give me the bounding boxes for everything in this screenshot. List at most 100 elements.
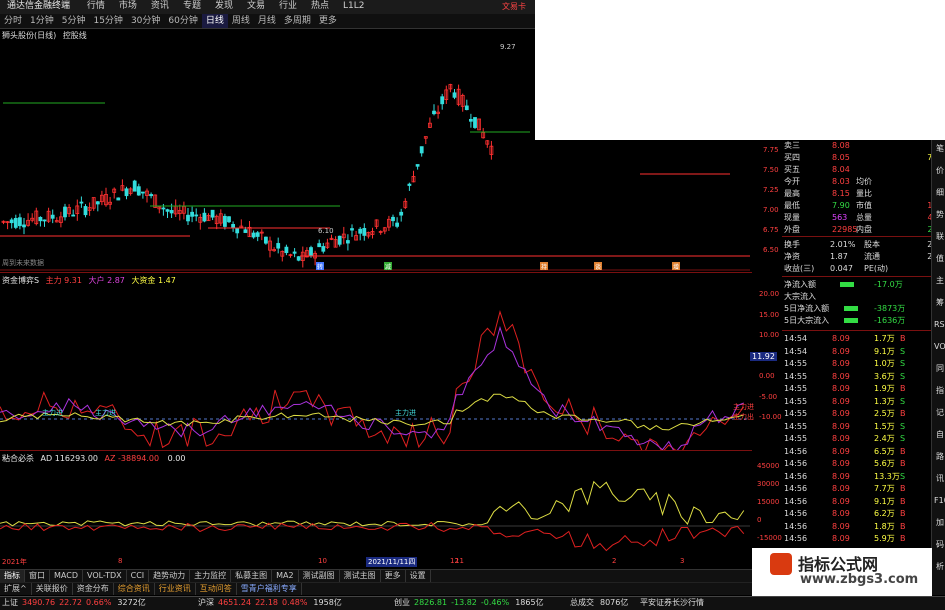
side-tab[interactable]: VOL: [934, 342, 945, 351]
status-index[interactable]: 创业 2826.81 -13.82 -0.46% 1865亿: [394, 597, 544, 609]
indicator-tab[interactable]: VOL-TDX: [83, 570, 127, 582]
candle-body: [190, 211, 195, 217]
indicator-tab[interactable]: 测试主图: [340, 570, 381, 582]
quote-row: 买四8.0577.0万: [782, 152, 945, 163]
side-tab[interactable]: F10: [934, 496, 945, 505]
side-tab[interactable]: 析: [934, 562, 945, 571]
event-marker-label: 转: [317, 263, 323, 271]
side-tab[interactable]: 细: [934, 188, 945, 197]
period-tab[interactable]: 5分钟: [58, 14, 90, 28]
info-tab[interactable]: 雪青户福利专享: [237, 583, 302, 595]
status-index-value: 2826.81: [414, 598, 448, 607]
candle-body: [284, 246, 289, 254]
indicator-tab[interactable]: CCI: [127, 570, 150, 582]
fund-y-tick: -10.00: [759, 413, 782, 421]
menu-item[interactable]: 资讯: [144, 0, 176, 13]
status-index-change: -13.82: [451, 598, 477, 607]
status-broker: 平安证券长沙行情: [640, 598, 704, 607]
menu-right-label[interactable]: 文易卡: [502, 1, 526, 12]
indicator-tab[interactable]: MA2: [272, 570, 299, 582]
candle-body: [83, 206, 88, 216]
side-tab[interactable]: 价: [934, 166, 945, 175]
candle-body: [362, 228, 367, 236]
status-index[interactable]: 上证 3490.76 22.72 0.66% 3272亿: [2, 597, 146, 609]
candle-body: [395, 222, 400, 227]
side-tab[interactable]: 同: [934, 364, 945, 373]
side-tab[interactable]: 码: [934, 540, 945, 549]
period-tab[interactable]: 更多: [315, 14, 341, 28]
period-tab[interactable]: 1分钟: [26, 14, 58, 28]
tick-row: 14:56 8.09 7.7万 B: [782, 483, 942, 495]
indicator-tab[interactable]: MACD: [50, 570, 83, 582]
info-tab[interactable]: 扩展^: [0, 583, 32, 595]
flow-label: 5日大宗流入: [784, 316, 830, 325]
info-tab[interactable]: 关联报价: [32, 583, 73, 595]
period-tab[interactable]: 多周期: [280, 14, 315, 28]
period-tab[interactable]: 分时: [0, 14, 26, 28]
tick-row: 14:56 8.09 13.3万 S: [782, 471, 942, 483]
info-tab[interactable]: 资金分布: [73, 583, 114, 595]
tick-vol: 2.4万: [874, 434, 895, 443]
tick-vol: 7.7万: [874, 484, 895, 493]
tick-time: 14:55: [784, 434, 808, 443]
indicator-tab[interactable]: 私募主图: [231, 570, 273, 582]
tick-row: 14:54 8.09 1.7万 B: [782, 333, 942, 345]
menu-item[interactable]: 专题: [176, 0, 208, 13]
menu-item[interactable]: 行情: [80, 0, 112, 13]
fund-tag: 主力进: [95, 408, 116, 417]
side-tab[interactable]: 值: [934, 254, 945, 263]
indicator-tab[interactable]: 更多: [381, 570, 406, 582]
period-tab[interactable]: 日线: [201, 14, 228, 28]
indicator-tab[interactable]: 趋势动力: [149, 570, 191, 582]
side-tab[interactable]: 筹: [934, 298, 945, 307]
tick-vol: 1.3万: [874, 396, 895, 406]
period-tab[interactable]: 60分钟: [164, 14, 201, 28]
candle-body: [42, 219, 47, 222]
candle-body: [63, 206, 67, 218]
indicator-tab[interactable]: 窗口: [25, 570, 50, 582]
side-tab[interactable]: 笔: [934, 144, 945, 153]
time-label: 2: [612, 557, 617, 565]
menu-item[interactable]: L1L2: [336, 0, 371, 13]
side-tab[interactable]: 讯: [934, 474, 945, 483]
flow-label: 大宗流入: [784, 292, 816, 301]
side-tab[interactable]: 自: [934, 430, 945, 439]
tick-time: 14:56: [784, 446, 808, 456]
price-y-tick: 6.50: [763, 246, 779, 254]
side-tab[interactable]: 势: [934, 210, 945, 219]
period-tab[interactable]: 30分钟: [127, 14, 164, 28]
info-tab[interactable]: 综合资讯: [114, 583, 155, 595]
status-index[interactable]: 沪深 4651.24 22.18 0.48% 1958亿: [198, 597, 342, 609]
menu-item[interactable]: 行业: [272, 0, 304, 13]
menu-item[interactable]: 市场: [112, 0, 144, 13]
tick-row: 14:56 8.09 5.9万 B: [782, 533, 942, 545]
period-tab[interactable]: 15分钟: [89, 14, 126, 28]
info-tab[interactable]: 互动问答: [196, 583, 237, 595]
menu-item[interactable]: 发现: [208, 0, 240, 13]
side-tab[interactable]: 记: [934, 408, 945, 417]
candle-body: [165, 209, 170, 212]
indicator-tab[interactable]: 指标: [0, 570, 25, 582]
side-tab[interactable]: 加: [934, 518, 945, 527]
side-tab[interactable]: 指: [934, 386, 945, 395]
indicator-tab[interactable]: 设置: [406, 570, 431, 582]
side-tab[interactable]: 主: [934, 276, 945, 285]
info-tab[interactable]: 行业资讯: [155, 583, 196, 595]
side-tab[interactable]: RSI: [934, 320, 945, 329]
menu-item[interactable]: 文易: [240, 0, 272, 13]
indicator-tab[interactable]: 测试副图: [299, 570, 340, 582]
side-tab[interactable]: 联: [934, 232, 945, 241]
tick-price: 8.09: [832, 434, 850, 443]
candle-body: [317, 243, 322, 248]
tick-row: 14:55 8.09 2.4万 S: [782, 433, 942, 445]
period-tab[interactable]: 月线: [254, 14, 280, 28]
menu-item[interactable]: 热点: [304, 0, 336, 13]
flow-panel: 净流入额-17.0万-0%大宗流入0%5日净流入额-3873万-9%5日大宗流入…: [782, 276, 945, 329]
tick-row: 14:55 8.09 1.0万 S: [782, 358, 942, 370]
tick-side: B: [900, 409, 906, 418]
tick-time: 14:55: [784, 421, 808, 431]
side-tab[interactable]: 路: [934, 452, 945, 461]
stats-l2: 股本: [864, 240, 880, 249]
indicator-tab[interactable]: 主力监控: [190, 570, 232, 582]
period-tab[interactable]: 周线: [228, 14, 254, 28]
